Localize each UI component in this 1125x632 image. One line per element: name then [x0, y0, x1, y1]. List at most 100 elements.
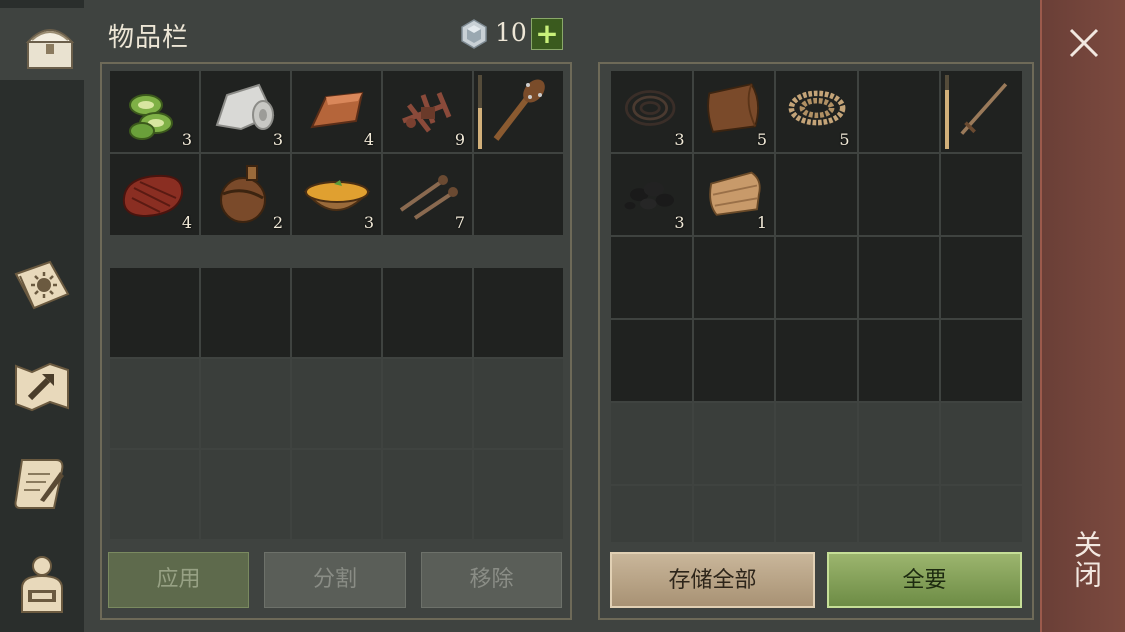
inventory-slot[interactable]	[474, 450, 563, 539]
item-quantity: 5	[756, 130, 767, 149]
soup-bowl-icon	[303, 180, 371, 211]
storage-slot[interactable]	[776, 154, 857, 235]
inventory-slot[interactable]: 2	[201, 154, 290, 235]
split-button[interactable]: 分割	[264, 552, 406, 608]
inventory-slot[interactable]	[292, 450, 381, 539]
storage-slot[interactable]	[611, 320, 692, 401]
page-title: 物品栏	[108, 23, 190, 53]
storage-slot[interactable]	[858, 71, 939, 152]
inventory-slot[interactable]	[110, 268, 199, 357]
inventory-slot[interactable]	[292, 359, 381, 448]
item-quantity: 2	[272, 213, 283, 232]
scrap-parts-icon	[402, 92, 452, 133]
storage-slot[interactable]	[858, 237, 939, 318]
item-quantity: 1	[756, 213, 767, 232]
inventory-slot[interactable]	[474, 268, 563, 357]
inventory-slot[interactable]: 4	[292, 71, 381, 152]
storage-slot[interactable]	[693, 237, 774, 318]
close-label[interactable]: 关闭	[1066, 530, 1106, 590]
gem-count: 10	[495, 18, 527, 47]
item-quantity: 4	[181, 213, 192, 232]
storage-slot[interactable]	[611, 237, 692, 318]
store-all-button[interactable]: 存储全部	[610, 552, 815, 608]
inventory-slot[interactable]	[292, 268, 381, 357]
storage-slot[interactable]	[693, 403, 774, 484]
inventory-slot[interactable]	[474, 154, 563, 235]
craft-map-icon	[15, 362, 69, 412]
storage-slot[interactable]	[941, 237, 1022, 318]
storage-slot[interactable]: 5	[776, 71, 857, 152]
chest-icon	[25, 29, 75, 69]
inventory-slot[interactable]	[474, 359, 563, 448]
storage-slot[interactable]	[693, 320, 774, 401]
nav-skills-button[interactable]	[6, 250, 78, 322]
inventory-slot[interactable]	[383, 450, 472, 539]
storage-slot[interactable]	[858, 154, 939, 235]
storage-slot[interactable]	[776, 486, 857, 542]
spiked-club-icon	[493, 79, 545, 141]
add-gems-button[interactable]: +	[531, 18, 563, 50]
inventory-slot[interactable]	[383, 268, 472, 357]
inventory-slot[interactable]	[474, 71, 563, 152]
durability-bar	[478, 75, 482, 149]
inventory-slot[interactable]: 9	[383, 71, 472, 152]
water-flask-icon	[220, 165, 266, 223]
sword-icon	[960, 82, 1008, 135]
inventory-slot[interactable]	[201, 359, 290, 448]
storage-slot[interactable]	[941, 403, 1022, 484]
nails-icon	[399, 175, 458, 220]
item-quantity: 9	[454, 130, 465, 149]
inventory-slot[interactable]	[110, 359, 199, 448]
steak-icon	[122, 174, 184, 218]
cloth-roll-icon	[215, 83, 275, 131]
inventory-slot[interactable]: 4	[110, 154, 199, 235]
apply-button[interactable]: 应用	[108, 552, 249, 608]
item-quantity: 3	[363, 213, 374, 232]
nav-crafting-button[interactable]	[6, 350, 78, 422]
gem-icon	[461, 19, 487, 49]
storage-slot[interactable]	[776, 403, 857, 484]
inventory-slot[interactable]	[201, 450, 290, 539]
inventory-slot[interactable]	[383, 359, 472, 448]
item-quantity: 5	[839, 130, 850, 149]
character-backpack-icon	[21, 556, 63, 613]
storage-slot[interactable]	[611, 486, 692, 542]
inventory-slot[interactable]: 3	[201, 71, 290, 152]
storage-slot[interactable]	[941, 154, 1022, 235]
inventory-slot[interactable]: 3	[110, 71, 199, 152]
item-quantity: 3	[674, 130, 685, 149]
take-all-button[interactable]: 全要	[827, 552, 1022, 608]
storage-slot[interactable]: 3	[611, 71, 692, 152]
nav-character-button[interactable]	[6, 548, 78, 620]
storage-slot[interactable]	[776, 237, 857, 318]
copper-ingot-icon	[310, 91, 364, 129]
inventory-slot[interactable]: 3	[292, 154, 381, 235]
remove-button[interactable]: 移除	[421, 552, 562, 608]
storage-slot[interactable]	[858, 486, 939, 542]
storage-slot[interactable]	[941, 71, 1022, 152]
inventory-slot[interactable]: 7	[383, 154, 472, 235]
storage-slot[interactable]	[941, 486, 1022, 542]
storage-slot[interactable]	[693, 486, 774, 542]
storage-slot[interactable]: 5	[693, 71, 774, 152]
storage-slot[interactable]	[858, 403, 939, 484]
close-icon[interactable]	[1065, 24, 1103, 62]
inventory-slot[interactable]	[110, 450, 199, 539]
item-quantity: 7	[454, 213, 465, 232]
nav-quests-button[interactable]	[6, 448, 78, 520]
quest-scroll-icon	[14, 459, 64, 509]
durability-bar	[945, 75, 949, 149]
storage-slot[interactable]	[611, 403, 692, 484]
side-nav	[0, 0, 100, 632]
sun-book-icon	[14, 260, 70, 310]
item-quantity: 3	[181, 130, 192, 149]
storage-slot[interactable]: 1	[693, 154, 774, 235]
storage-slot[interactable]	[858, 320, 939, 401]
storage-slot[interactable]	[941, 320, 1022, 401]
nav-inventory-button[interactable]	[0, 8, 100, 80]
storage-slot[interactable]: 3	[611, 154, 692, 235]
item-quantity: 4	[363, 130, 374, 149]
inventory-slot[interactable]	[201, 268, 290, 357]
storage-slot[interactable]	[776, 320, 857, 401]
sliced-cactus-icon	[129, 94, 173, 140]
